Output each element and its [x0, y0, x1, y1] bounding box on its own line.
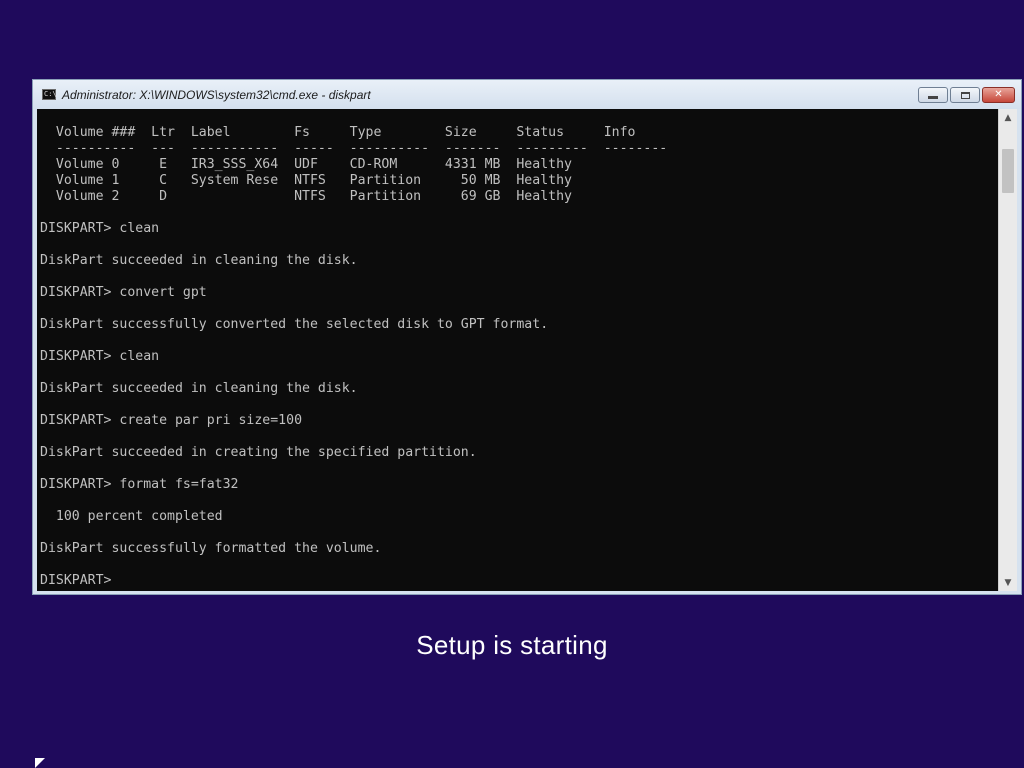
cmd-window[interactable]: C:\ Administrator: X:\WINDOWS\system32\c…	[32, 79, 1022, 595]
console-line: Volume 1 C System Rese NTFS Partition 50…	[40, 173, 572, 188]
cmd-icon: C:\	[42, 89, 57, 100]
close-button[interactable]: ✕	[982, 87, 1015, 103]
scroll-thumb[interactable]	[1002, 149, 1014, 193]
window-controls: ✕	[918, 87, 1015, 103]
minimize-button[interactable]	[918, 87, 948, 103]
vertical-scrollbar[interactable]: ▲ ▼	[998, 109, 1017, 591]
setup-status-text: Setup is starting	[416, 630, 608, 660]
console-line: DISKPART> format fs=fat32	[40, 477, 239, 492]
console-line: DiskPart succeeded in creating the speci…	[40, 445, 477, 460]
window-title: Administrator: X:\WINDOWS\system32\cmd.e…	[62, 87, 371, 102]
console-output[interactable]: Volume ### Ltr Label Fs Type Size Status…	[37, 109, 998, 591]
console-line: ---------- --- ----------- ----- -------…	[40, 141, 668, 156]
console-line: DISKPART> clean	[40, 349, 160, 364]
console-line: DISKPART> convert gpt	[40, 285, 207, 300]
scroll-down-arrow-icon[interactable]: ▼	[999, 574, 1017, 591]
console-line: DISKPART> create par pri size=100	[40, 413, 303, 428]
title-bar[interactable]: C:\ Administrator: X:\WINDOWS\system32\c…	[33, 80, 1021, 109]
console-line: DISKPART>	[40, 573, 112, 588]
console-line: Volume 2 D NTFS Partition 69 GB Healthy	[40, 189, 572, 204]
console-line: DiskPart succeeded in cleaning the disk.	[40, 253, 358, 268]
console-line: 100 percent completed	[40, 509, 223, 524]
scroll-up-arrow-icon[interactable]: ▲	[999, 109, 1017, 126]
console-line: DiskPart successfully formatted the volu…	[40, 541, 382, 556]
mouse-pointer-icon	[35, 758, 45, 768]
console-line: Volume 0 E IR3_SSS_X64 UDF CD-ROM 4331 M…	[40, 157, 572, 172]
maximize-icon	[960, 91, 970, 99]
console-line: DiskPart successfully converted the sele…	[40, 317, 549, 332]
console-line: Volume ### Ltr Label Fs Type Size Status…	[40, 125, 636, 140]
maximize-button[interactable]	[950, 87, 980, 103]
console-text: Volume ### Ltr Label Fs Type Size Status…	[37, 109, 998, 589]
minimize-icon	[928, 96, 938, 99]
console-line: DiskPart succeeded in cleaning the disk.	[40, 381, 358, 396]
console-line: DISKPART> clean	[40, 221, 160, 236]
close-icon: ✕	[994, 89, 1003, 100]
